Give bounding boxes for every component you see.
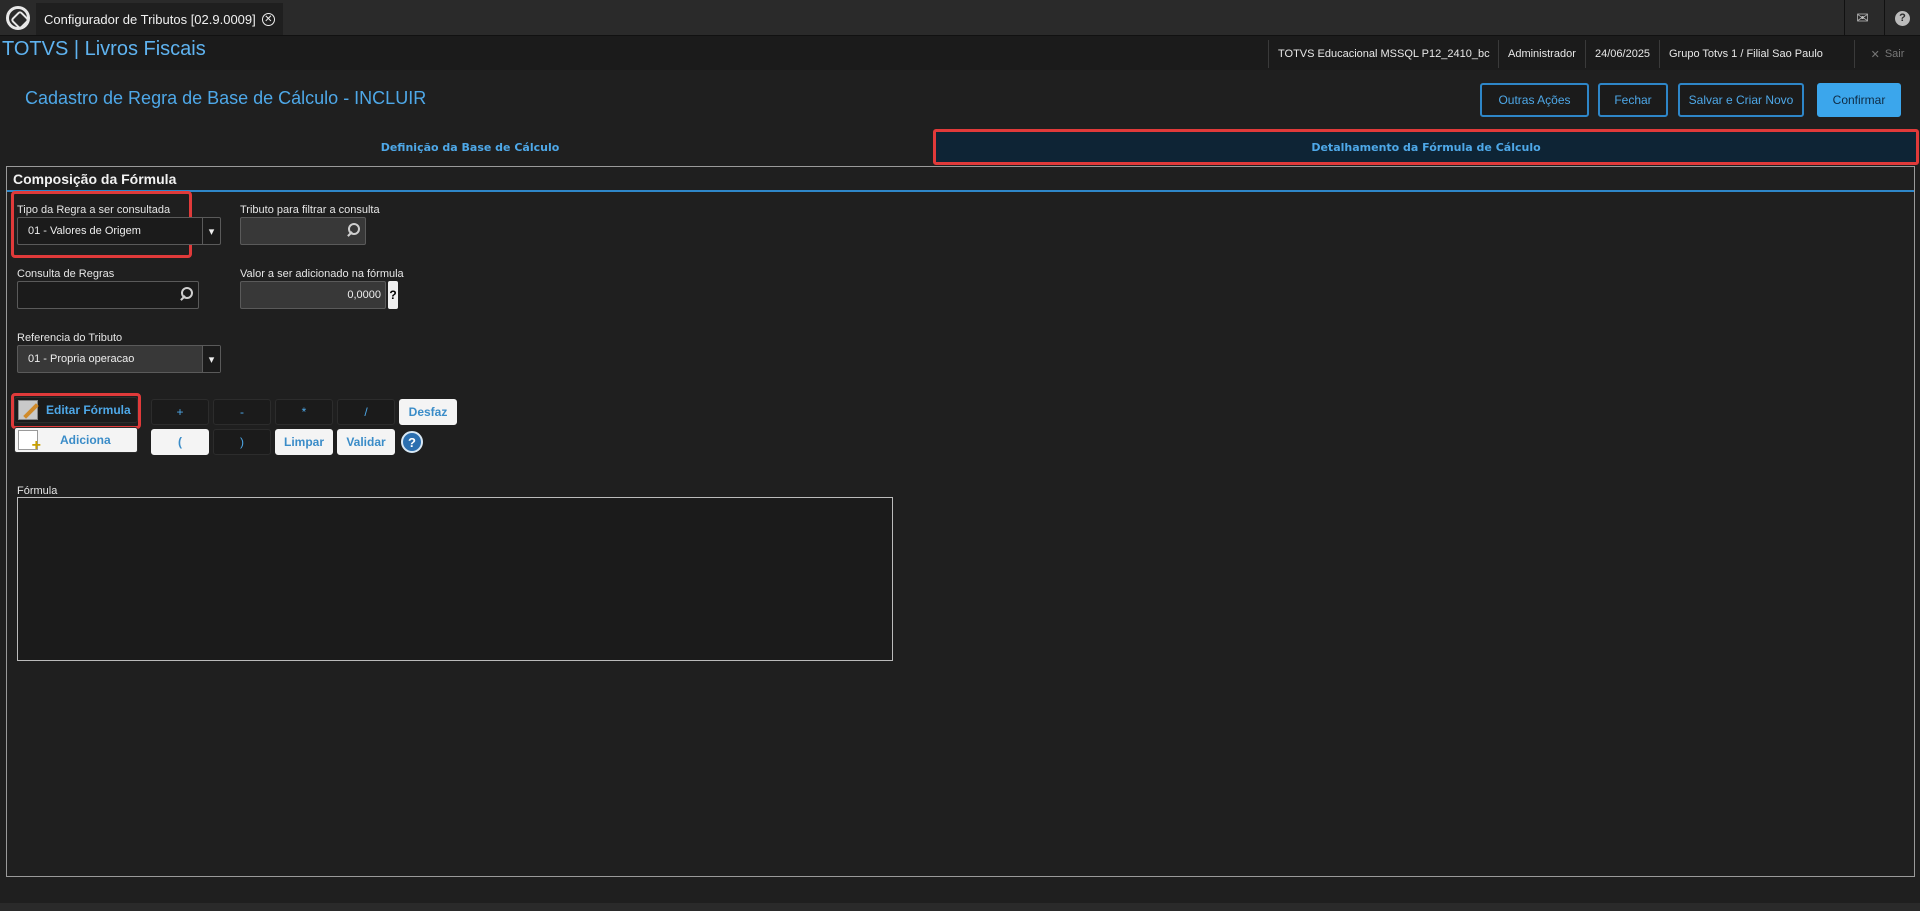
rule-type-select[interactable]: 01 - Valores de Origem ▾: [17, 217, 221, 245]
clear-button[interactable]: Limpar: [275, 429, 333, 455]
chevron-down-icon[interactable]: ▾: [202, 346, 220, 372]
save-and-new-button[interactable]: Salvar e Criar Novo: [1678, 83, 1804, 117]
value-to-add-value: 0,0000: [347, 289, 381, 301]
formula-help-icon[interactable]: ?: [401, 431, 423, 453]
divide-button[interactable]: /: [337, 399, 395, 425]
edit-formula-label: Editar Fórmula: [46, 403, 131, 417]
tab-configurador-tributos[interactable]: Configurador de Tributos [02.9.0009] ✕: [36, 3, 283, 35]
chevron-down-icon[interactable]: ▾: [202, 218, 220, 244]
minus-button[interactable]: -: [213, 399, 271, 425]
value-to-add-input[interactable]: 0,0000: [240, 281, 386, 309]
value-help-button[interactable]: ?: [388, 281, 398, 309]
footer-bar: [0, 903, 1920, 911]
tribute-filter-label: Tributo para filtrar a consulta: [240, 204, 380, 216]
add-document-icon: [18, 430, 41, 455]
tribute-reference-select[interactable]: 01 - Propria operacao ▾: [17, 345, 221, 373]
tribute-reference-label: Referencia do Tributo: [17, 332, 123, 344]
panel-title: Composição da Fórmula: [13, 171, 177, 187]
totvs-logo-icon: [6, 6, 30, 30]
top-tab-bar: Configurador de Tributos [02.9.0009] ✕ ✉…: [0, 0, 1920, 36]
tab-title: Configurador de Tributos [02.9.0009]: [44, 11, 256, 27]
panel-separator: [7, 190, 1914, 192]
search-icon[interactable]: [179, 287, 193, 301]
rules-query-label: Consulta de Regras: [17, 268, 115, 280]
environment-label: TOTVS Educacional MSSQL P12_2410_bc: [1268, 40, 1499, 68]
rules-query-input[interactable]: [17, 281, 199, 309]
help-icon[interactable]: ?: [1884, 0, 1920, 36]
edit-formula-button[interactable]: Editar Fórmula: [14, 397, 138, 423]
tab-close-icon[interactable]: ✕: [261, 12, 275, 26]
search-icon[interactable]: [346, 223, 360, 237]
undo-button[interactable]: Desfaz: [399, 399, 457, 425]
close-button[interactable]: Fechar: [1598, 83, 1668, 117]
date-label: 24/06/2025: [1585, 40, 1659, 68]
rule-type-label: Tipo da Regra a ser consultada: [17, 204, 171, 216]
tab-detalhamento-formula[interactable]: Detalhamento da Fórmula de Cálculo: [933, 129, 1919, 165]
rule-type-value: 01 - Valores de Origem: [28, 225, 141, 237]
tribute-reference-value: 01 - Propria operacao: [28, 353, 135, 365]
close-paren-button[interactable]: ): [213, 429, 271, 455]
value-to-add-label: Valor a ser adicionado na fórmula: [240, 268, 404, 280]
other-actions-button[interactable]: Outras Ações: [1480, 83, 1589, 117]
open-paren-button[interactable]: (: [151, 429, 209, 455]
mail-icon[interactable]: ✉: [1844, 0, 1880, 36]
page-title: Cadastro de Regra de Base de Cálculo - I…: [25, 88, 427, 108]
pencil-icon: [18, 400, 38, 420]
exit-label: Sair: [1884, 48, 1905, 60]
close-icon: ✕: [1870, 48, 1880, 61]
add-button[interactable]: Adiciona: [14, 427, 138, 455]
app-header: TOTVS | Livros Fiscais TOTVS Educacional…: [0, 36, 1920, 70]
tab-definicao-base[interactable]: Definição da Base de Cálculo: [6, 129, 934, 165]
validate-button[interactable]: Validar: [337, 429, 395, 455]
formula-textarea[interactable]: [17, 497, 893, 661]
branch-label: Grupo Totvs 1 / Filial Sao Paulo: [1659, 40, 1832, 68]
confirm-button[interactable]: Confirmar: [1817, 83, 1901, 117]
add-label: Adiciona: [60, 433, 111, 447]
formula-composition-panel: Composição da Fórmula Tipo da Regra a se…: [6, 166, 1915, 877]
tribute-filter-input[interactable]: [240, 217, 366, 245]
brand-title: TOTVS | Livros Fiscais: [2, 38, 206, 60]
formula-label: Fórmula: [17, 485, 58, 497]
times-button[interactable]: *: [275, 399, 333, 425]
user-label: Administrador: [1498, 40, 1585, 68]
exit-button[interactable]: ✕ Sair: [1854, 40, 1920, 68]
plus-button[interactable]: +: [151, 399, 209, 425]
